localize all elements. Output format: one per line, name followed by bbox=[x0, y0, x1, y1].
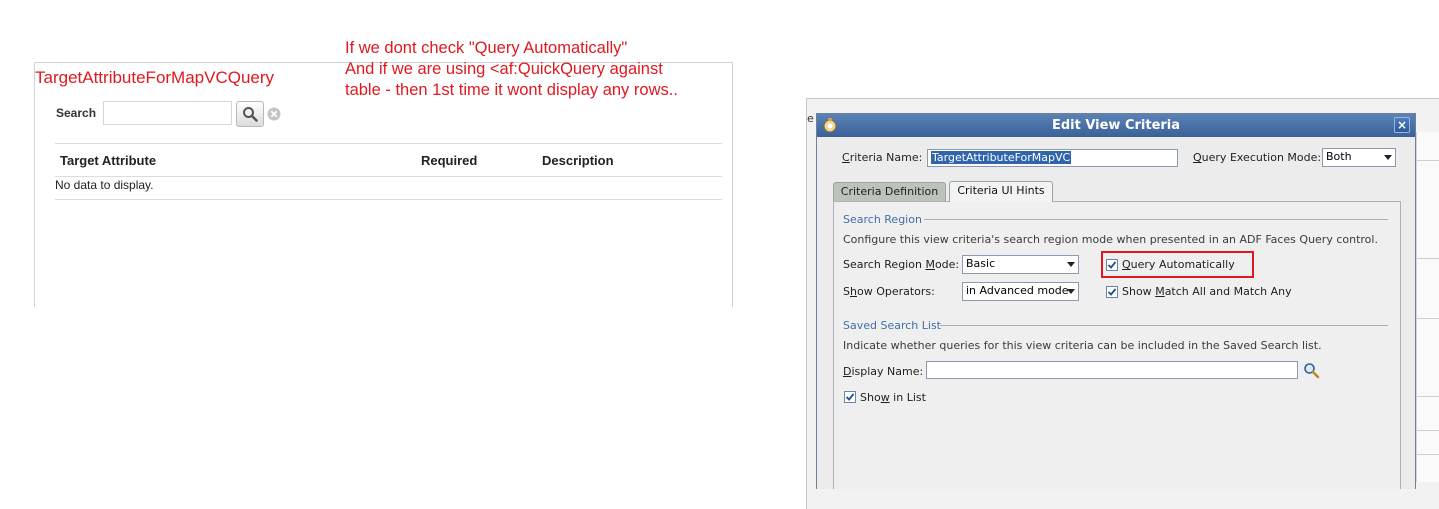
annotation-line: If we dont check "Query Automatically" bbox=[345, 39, 628, 57]
show-match-label[interactable]: Show Match All and Match Any bbox=[1122, 285, 1292, 298]
query-execution-mode-select[interactable]: Both bbox=[1322, 148, 1396, 167]
page-heading: TargetAttributeForMapVCQuery bbox=[35, 68, 275, 87]
tab-criteria-definition[interactable]: Criteria Definition bbox=[833, 182, 946, 201]
query-automatically-checkbox[interactable] bbox=[1106, 259, 1118, 271]
search-region-description: Configure this view criteria's search re… bbox=[843, 233, 1378, 246]
header-separator bbox=[55, 176, 722, 177]
criteria-name-value: TargetAttributeForMapVC bbox=[931, 151, 1072, 164]
section-divider bbox=[924, 219, 1388, 220]
show-operators-select[interactable]: in Advanced mode bbox=[962, 282, 1079, 301]
criteria-name-label-text: riteria Name: bbox=[849, 151, 923, 164]
column-header-required[interactable]: Required bbox=[421, 153, 477, 168]
section-divider bbox=[940, 325, 1388, 326]
background-window-column bbox=[1416, 132, 1439, 482]
show-in-list-checkbox[interactable] bbox=[844, 391, 856, 403]
search-region-mode-select[interactable]: Basic bbox=[962, 255, 1079, 274]
annotation-note: If we dont check "Query Automatically" A… bbox=[345, 38, 678, 101]
search-region-title: Search Region bbox=[843, 213, 922, 226]
annotation-line: And if we are using <af:QuickQuery again… bbox=[345, 60, 663, 78]
search-label: Search bbox=[56, 106, 97, 120]
close-icon: × bbox=[1396, 118, 1408, 132]
checkmark-icon bbox=[1107, 288, 1117, 296]
search-input[interactable] bbox=[103, 101, 232, 125]
annotation-line: table - then 1st time it wont display an… bbox=[345, 81, 678, 99]
search-region-mode-label: Search Region Mode: bbox=[843, 258, 960, 271]
table-top-border bbox=[55, 143, 722, 144]
show-in-list-label[interactable]: Show in List bbox=[860, 391, 926, 404]
clear-icon[interactable] bbox=[267, 107, 281, 121]
show-operators-label: Show Operators: bbox=[843, 285, 935, 298]
criteria-name-label: Criteria Name: bbox=[842, 151, 923, 164]
search-region-mode-value: Basic bbox=[966, 257, 996, 270]
criteria-name-field[interactable]: TargetAttributeForMapVC bbox=[927, 149, 1178, 167]
saved-search-description: Indicate whether queries for this view c… bbox=[843, 339, 1322, 352]
checkmark-icon bbox=[1107, 261, 1117, 269]
query-execution-mode-value: Both bbox=[1326, 150, 1352, 163]
show-match-checkbox[interactable] bbox=[1106, 286, 1118, 298]
show-operators-value: in Advanced mode bbox=[966, 284, 1069, 297]
column-header-target-attribute[interactable]: Target Attribute bbox=[60, 153, 156, 168]
tab-criteria-ui-hints[interactable]: Criteria UI Hints bbox=[949, 181, 1053, 202]
column-header-description[interactable]: Description bbox=[542, 153, 614, 168]
search-button[interactable] bbox=[236, 101, 264, 127]
checkmark-icon bbox=[845, 393, 855, 401]
close-button[interactable]: × bbox=[1394, 117, 1410, 133]
display-name-label: Display Name: bbox=[843, 365, 924, 378]
query-execution-mode-label: Query Execution Mode: bbox=[1193, 151, 1322, 164]
chevron-down-icon bbox=[1384, 155, 1392, 160]
search-icon bbox=[243, 107, 258, 122]
saved-search-title: Saved Search List bbox=[843, 319, 941, 332]
chevron-down-icon bbox=[1067, 289, 1075, 294]
chevron-down-icon bbox=[1067, 262, 1075, 267]
dialog-title: Edit View Criteria bbox=[1051, 118, 1181, 133]
empty-table-text: No data to display. bbox=[55, 178, 154, 192]
row-separator bbox=[55, 199, 722, 200]
display-name-input[interactable] bbox=[926, 361, 1298, 379]
search-icon[interactable] bbox=[1303, 362, 1320, 379]
query-automatically-label[interactable]: Query Automatically bbox=[1122, 258, 1235, 271]
